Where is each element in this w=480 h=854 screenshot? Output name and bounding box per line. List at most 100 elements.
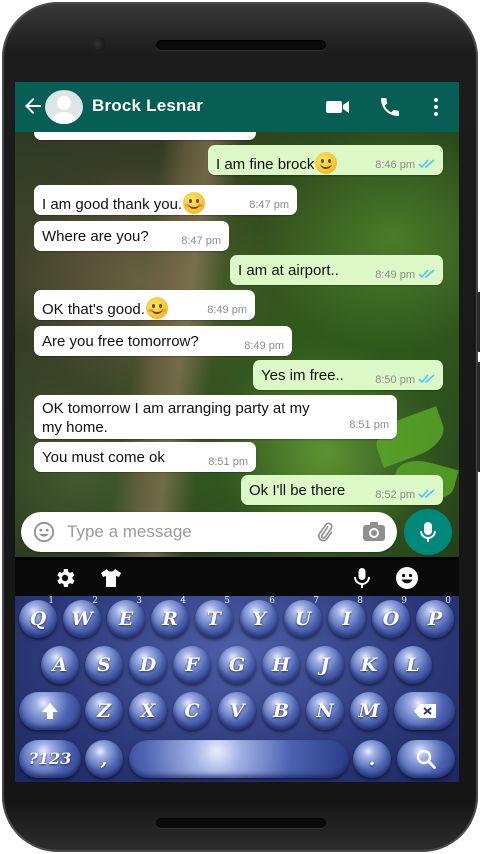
key-f[interactable]: F bbox=[173, 646, 211, 684]
key-x[interactable]: X bbox=[129, 692, 167, 730]
keyboard: Q1 W2 E3 R4 T5 Y6 U7 I8 O9 P0 A S D F G … bbox=[15, 596, 459, 782]
message-time: 8:47 pm bbox=[181, 235, 221, 247]
mic-icon bbox=[420, 522, 436, 542]
key-k[interactable]: K bbox=[350, 646, 388, 684]
read-ticks-icon bbox=[418, 374, 435, 384]
more-vert-icon[interactable] bbox=[423, 95, 449, 119]
key-v[interactable]: V bbox=[218, 692, 256, 730]
message-text: Are you free tomorrow? bbox=[42, 333, 199, 350]
theme-shirt-icon[interactable] bbox=[99, 566, 123, 590]
message-time: 8:51 pm bbox=[208, 456, 248, 468]
bottom-speaker bbox=[156, 818, 326, 828]
message-bubble-in[interactable]: Where are you? 8:47 pm bbox=[34, 221, 229, 251]
search-key[interactable] bbox=[397, 740, 455, 778]
space-key[interactable] bbox=[129, 740, 349, 778]
symbols-key[interactable]: ?123 bbox=[19, 740, 81, 778]
key-b[interactable]: B bbox=[262, 692, 300, 730]
key-p[interactable]: P0 bbox=[416, 596, 454, 638]
read-ticks-icon bbox=[418, 159, 435, 169]
message-text: OK that's good. bbox=[42, 301, 145, 318]
key-e[interactable]: E3 bbox=[107, 596, 145, 638]
key-j[interactable]: J bbox=[306, 646, 344, 684]
emoji-icon[interactable] bbox=[33, 521, 55, 543]
message-time: 8:49 pm bbox=[375, 269, 415, 281]
voice-input-icon[interactable] bbox=[350, 566, 374, 590]
contact-name[interactable]: Brock Lesnar bbox=[92, 96, 203, 116]
message-input-placeholder[interactable]: Type a message bbox=[67, 522, 192, 542]
chat-header: Brock Lesnar bbox=[15, 82, 459, 132]
key-s[interactable]: S bbox=[85, 646, 123, 684]
message-text: I am fine brock bbox=[216, 156, 315, 173]
key-n[interactable]: N bbox=[306, 692, 344, 730]
back-arrow-icon[interactable] bbox=[21, 93, 45, 119]
key-w[interactable]: W2 bbox=[63, 596, 101, 638]
chat-area[interactable]: I am fine brock 8:46 pm I am good thank … bbox=[15, 132, 459, 557]
key-o[interactable]: O9 bbox=[372, 596, 410, 638]
shift-key[interactable] bbox=[19, 692, 81, 730]
smile-emoji-icon bbox=[315, 152, 338, 174]
phone-screen: Brock Lesnar I am fine brock 8:46 pm I a… bbox=[15, 82, 459, 782]
mic-button[interactable] bbox=[404, 509, 452, 555]
key-r[interactable]: R4 bbox=[151, 596, 189, 638]
message-time: 8:51 pm bbox=[349, 419, 389, 431]
key-i[interactable]: I8 bbox=[328, 596, 366, 638]
camera-icon[interactable] bbox=[361, 521, 387, 543]
key-a[interactable]: A bbox=[41, 646, 79, 684]
message-bubble-in[interactable]: Are you free tomorrow? 8:49 pm bbox=[34, 326, 292, 356]
backspace-icon bbox=[413, 704, 436, 718]
key-q[interactable]: Q1 bbox=[19, 596, 57, 638]
keyboard-toolbar bbox=[15, 560, 459, 596]
message-bubble-in[interactable]: You must come ok 8:51 pm bbox=[34, 442, 256, 472]
message-bubble-out[interactable]: I am at airport.. 8:49 pm bbox=[230, 255, 443, 285]
key-g[interactable]: G bbox=[218, 646, 256, 684]
contact-avatar[interactable] bbox=[45, 90, 83, 124]
search-icon bbox=[416, 749, 436, 769]
comma-key[interactable]: , bbox=[85, 740, 123, 778]
message-time: 8:50 pm bbox=[375, 374, 415, 386]
message-text: Yes im free.. bbox=[261, 367, 344, 384]
earpiece-speaker bbox=[156, 40, 326, 50]
message-bubble-partial bbox=[34, 132, 256, 140]
key-z[interactable]: Z bbox=[85, 692, 123, 730]
read-ticks-icon bbox=[418, 489, 435, 499]
key-l[interactable]: L bbox=[394, 646, 432, 684]
message-text: I am at airport.. bbox=[238, 262, 339, 279]
read-ticks-icon bbox=[418, 269, 435, 279]
message-text: OK tomorrow I am arranging party at my m… bbox=[42, 400, 310, 436]
message-time: 8:47 pm bbox=[249, 199, 289, 211]
key-y[interactable]: Y6 bbox=[240, 596, 278, 638]
message-text: I am good thank you. bbox=[42, 196, 183, 213]
message-text: Where are you? bbox=[42, 228, 149, 245]
message-text: You must come ok bbox=[42, 449, 165, 466]
front-camera bbox=[92, 38, 106, 52]
backspace-key[interactable] bbox=[394, 692, 455, 730]
composer-row: Type a message bbox=[15, 507, 459, 557]
message-time: 8:49 pm bbox=[244, 340, 284, 352]
message-bubble-in[interactable]: OK tomorrow I am arranging party at my m… bbox=[34, 395, 397, 439]
emoji-panel-icon[interactable] bbox=[395, 566, 419, 590]
attach-icon[interactable] bbox=[313, 521, 337, 543]
key-h[interactable]: H bbox=[262, 646, 300, 684]
message-bubble-out[interactable]: I am fine brock 8:46 pm bbox=[208, 145, 443, 175]
key-m[interactable]: M bbox=[350, 692, 388, 730]
shift-icon bbox=[42, 703, 58, 719]
period-key[interactable]: . bbox=[353, 740, 391, 778]
key-t[interactable]: T5 bbox=[195, 596, 233, 638]
message-bubble-in[interactable]: I am good thank you. 8:47 pm bbox=[34, 185, 297, 215]
message-time: 8:46 pm bbox=[375, 159, 415, 171]
key-u[interactable]: U7 bbox=[284, 596, 322, 638]
message-input-box[interactable]: Type a message bbox=[21, 512, 397, 552]
video-call-icon[interactable] bbox=[325, 95, 351, 119]
message-bubble-out[interactable]: Yes im free.. 8:50 pm bbox=[253, 360, 443, 390]
message-bubble-in[interactable]: OK that's good. 8:49 pm bbox=[34, 290, 255, 320]
message-time: 8:49 pm bbox=[207, 304, 247, 316]
key-d[interactable]: D bbox=[129, 646, 167, 684]
blush-emoji-icon bbox=[183, 192, 206, 214]
relaxed-emoji-icon bbox=[145, 297, 168, 319]
key-c[interactable]: C bbox=[173, 692, 211, 730]
message-text: Ok I'll be there bbox=[249, 482, 346, 499]
settings-icon[interactable] bbox=[53, 566, 77, 590]
message-time: 8:52 pm bbox=[375, 489, 415, 501]
phone-call-icon[interactable] bbox=[377, 95, 403, 119]
message-bubble-out[interactable]: Ok I'll be there 8:52 pm bbox=[241, 475, 443, 505]
